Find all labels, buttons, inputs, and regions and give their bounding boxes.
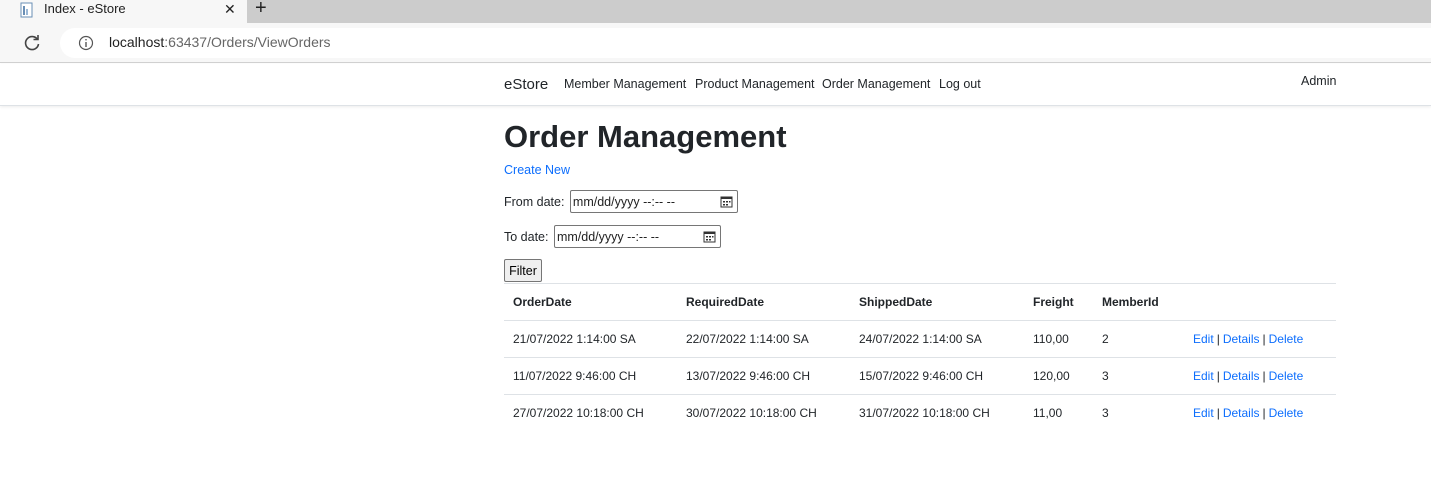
cell-actions: Edit | Details | Delete xyxy=(1184,394,1336,432)
cell-freight: 11,00 xyxy=(1024,394,1093,432)
new-tab-icon[interactable]: + xyxy=(255,0,273,18)
separator: | xyxy=(1216,332,1220,346)
to-date-placeholder: mm/dd/yyyy --:-- -- xyxy=(556,230,660,244)
address-bar[interactable]: localhost:63437/Orders/ViewOrders xyxy=(60,28,1431,58)
nav-member-management[interactable]: Member Management xyxy=(564,77,686,91)
details-link[interactable]: Details xyxy=(1223,332,1260,346)
close-icon[interactable]: ✕ xyxy=(224,1,238,17)
cell-orderdate: 11/07/2022 9:46:00 CH xyxy=(504,357,677,395)
cell-shippeddate: 15/07/2022 9:46:00 CH xyxy=(850,357,1024,395)
cell-memberid: 3 xyxy=(1093,357,1184,395)
cell-memberid: 3 xyxy=(1093,394,1184,432)
header-actions xyxy=(1184,283,1336,321)
cell-memberid: 2 xyxy=(1093,320,1184,358)
nav-order-management[interactable]: Order Management xyxy=(822,77,930,91)
browser-tab[interactable]: Index - eStore ✕ xyxy=(0,0,247,23)
url-text: localhost:63437/Orders/ViewOrders xyxy=(109,34,331,50)
to-date-label: To date: xyxy=(504,229,549,244)
cell-actions: Edit | Details | Delete xyxy=(1184,320,1336,358)
edit-link[interactable]: Edit xyxy=(1193,406,1214,420)
separator: | xyxy=(1262,332,1266,346)
edit-link[interactable]: Edit xyxy=(1193,332,1214,346)
separator: | xyxy=(1216,369,1220,383)
page-title: Order Management xyxy=(504,119,787,154)
cell-orderdate: 21/07/2022 1:14:00 SA xyxy=(504,320,677,358)
table-row: 21/07/2022 1:14:00 SA 22/07/2022 1:14:00… xyxy=(504,320,1336,358)
create-new-link[interactable]: Create New xyxy=(504,163,570,177)
filter-button[interactable]: Filter xyxy=(504,259,542,282)
orders-table: OrderDate RequiredDate ShippedDate Freig… xyxy=(504,283,1336,432)
cell-shippeddate: 24/07/2022 1:14:00 SA xyxy=(850,320,1024,358)
nav-log-out[interactable]: Log out xyxy=(939,77,981,91)
delete-link[interactable]: Delete xyxy=(1269,406,1304,420)
browser-toolbar: localhost:63437/Orders/ViewOrders xyxy=(0,23,1431,63)
user-name: Admin xyxy=(1301,74,1337,88)
browser-tabstrip: Index - eStore ✕ + xyxy=(0,0,1431,23)
cell-freight: 110,00 xyxy=(1024,320,1093,358)
reload-icon[interactable] xyxy=(22,33,42,53)
header-freight: Freight xyxy=(1024,283,1093,321)
calendar-icon[interactable] xyxy=(703,230,716,243)
table-row: 27/07/2022 10:18:00 CH 30/07/2022 10:18:… xyxy=(504,394,1336,432)
header-shippeddate: ShippedDate xyxy=(850,283,1024,321)
site-navbar: eStore Member Management Product Managem… xyxy=(0,64,1431,106)
info-icon[interactable] xyxy=(78,35,94,51)
table-row: 11/07/2022 9:46:00 CH 13/07/2022 9:46:00… xyxy=(504,357,1336,395)
tab-title: Index - eStore xyxy=(44,1,126,16)
from-date-label: From date: xyxy=(504,194,565,209)
to-date-row: To date: mm/dd/yyyy --:-- -- xyxy=(504,225,721,248)
cell-requireddate: 30/07/2022 10:18:00 CH xyxy=(677,394,850,432)
calendar-icon[interactable] xyxy=(720,195,733,208)
cell-shippeddate: 31/07/2022 10:18:00 CH xyxy=(850,394,1024,432)
from-date-row: From date: mm/dd/yyyy --:-- -- xyxy=(504,190,738,213)
header-requireddate: RequiredDate xyxy=(677,283,850,321)
details-link[interactable]: Details xyxy=(1223,406,1260,420)
table-header-row: OrderDate RequiredDate ShippedDate Freig… xyxy=(504,283,1336,321)
edit-link[interactable]: Edit xyxy=(1193,369,1214,383)
url-path: :63437/Orders/ViewOrders xyxy=(164,34,331,50)
cell-freight: 120,00 xyxy=(1024,357,1093,395)
brand-link[interactable]: eStore xyxy=(504,76,548,93)
to-date-input[interactable]: mm/dd/yyyy --:-- -- xyxy=(553,225,721,248)
header-memberid: MemberId xyxy=(1093,283,1184,321)
delete-link[interactable]: Delete xyxy=(1269,332,1304,346)
cell-orderdate: 27/07/2022 10:18:00 CH xyxy=(504,394,677,432)
separator: | xyxy=(1262,406,1266,421)
separator: | xyxy=(1216,406,1220,421)
cell-requireddate: 13/07/2022 9:46:00 CH xyxy=(677,357,850,395)
from-date-input[interactable]: mm/dd/yyyy --:-- -- xyxy=(569,190,738,213)
page-icon xyxy=(20,2,33,18)
separator: | xyxy=(1262,369,1266,383)
delete-link[interactable]: Delete xyxy=(1269,369,1304,383)
details-link[interactable]: Details xyxy=(1223,369,1260,383)
header-orderdate: OrderDate xyxy=(504,283,677,321)
cell-actions: Edit | Details | Delete xyxy=(1184,357,1336,395)
from-date-placeholder: mm/dd/yyyy --:-- -- xyxy=(572,195,675,209)
url-host: localhost xyxy=(109,34,165,50)
nav-product-management[interactable]: Product Management xyxy=(695,77,815,91)
cell-requireddate: 22/07/2022 1:14:00 SA xyxy=(677,320,850,358)
